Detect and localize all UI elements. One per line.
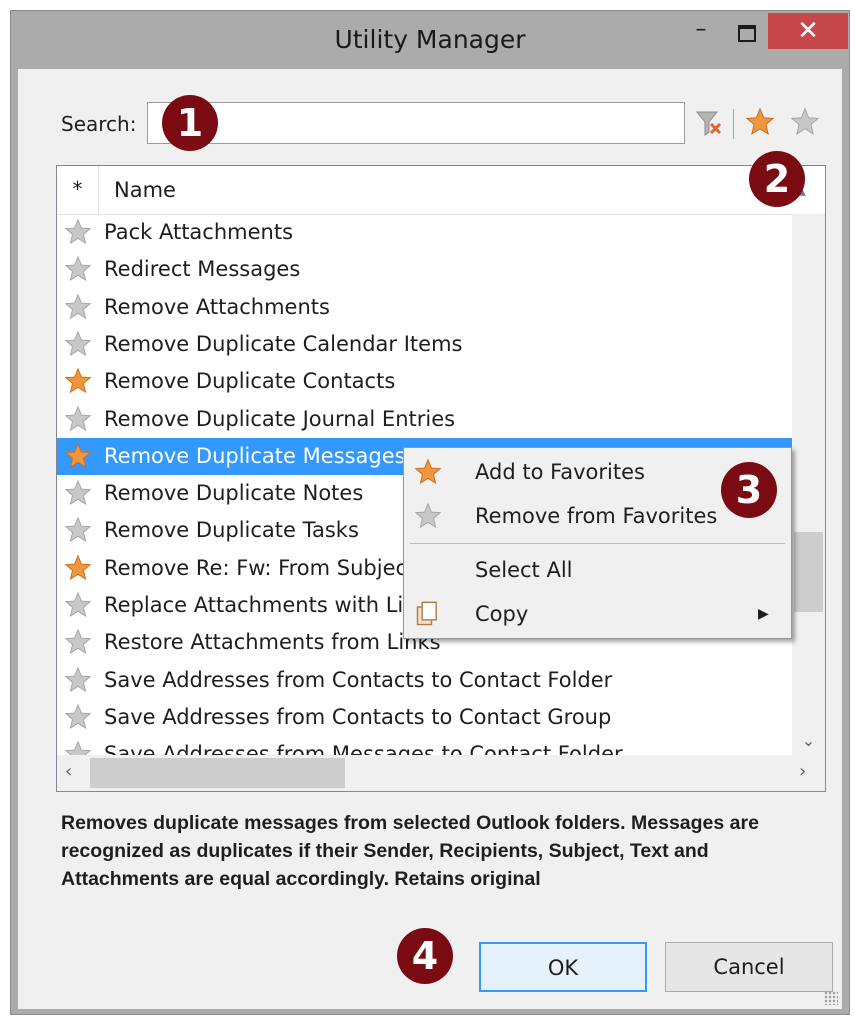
list-item[interactable]: Remove Duplicate Contacts xyxy=(57,363,792,400)
horizontal-scrollbar[interactable]: ‹ › xyxy=(57,755,825,791)
show-favorites-star-icon[interactable] xyxy=(745,107,775,137)
callout-badge-3: 3 xyxy=(721,462,777,518)
show-all-star-icon[interactable] xyxy=(790,107,820,137)
search-input[interactable] xyxy=(147,102,685,144)
menu-separator xyxy=(410,543,785,544)
unfavorite-star-icon[interactable] xyxy=(64,479,92,507)
list-item-label: Remove Attachments xyxy=(104,294,330,319)
list-item-label: Remove Duplicate Messages xyxy=(104,443,406,468)
menu-item-copy[interactable]: Copy ▶ xyxy=(404,592,791,636)
unfavorite-star-icon[interactable] xyxy=(64,516,92,544)
unfavorite-star-icon[interactable] xyxy=(64,591,92,619)
list-item-label: Save Addresses from Contacts to Contact … xyxy=(104,704,612,729)
list-item[interactable]: Save Addresses from Contacts to Contact … xyxy=(57,662,792,699)
list-item[interactable]: Redirect Messages xyxy=(57,251,792,288)
cancel-button[interactable]: Cancel xyxy=(665,942,833,992)
unfavorite-star-icon xyxy=(414,502,442,529)
search-label: Search: xyxy=(61,112,137,136)
unfavorite-star-icon[interactable] xyxy=(64,740,92,755)
vertical-scrollbar[interactable]: ⌄ xyxy=(792,214,825,755)
list-item-label: Save Addresses from Contacts to Contact … xyxy=(104,667,613,692)
unfavorite-star-icon[interactable] xyxy=(64,405,92,433)
list-header: * Name ▲ xyxy=(57,166,825,215)
scroll-right-icon[interactable]: › xyxy=(799,761,806,782)
minimize-button[interactable]: – xyxy=(681,19,721,49)
title-bar[interactable]: Utility Manager – ✕ xyxy=(11,11,849,69)
favorite-star-icon[interactable] xyxy=(64,554,92,582)
list-item-label: Redirect Messages xyxy=(104,257,301,282)
unfavorite-star-icon[interactable] xyxy=(64,255,92,283)
list-item-label: Pack Attachments xyxy=(104,220,294,244)
list-item[interactable]: Save Addresses from Messages to Contact … xyxy=(57,736,792,755)
menu-item-label: Select All xyxy=(475,558,573,582)
menu-item-label: Copy xyxy=(475,602,529,626)
scroll-left-icon[interactable]: ‹ xyxy=(65,761,72,782)
list-item-label: Remove Duplicate Calendar Items xyxy=(104,331,463,356)
unfavorite-star-icon[interactable] xyxy=(64,628,92,656)
menu-item-label: Remove from Favorites xyxy=(475,504,718,528)
copy-icon xyxy=(416,601,437,626)
unfavorite-star-icon[interactable] xyxy=(64,218,92,246)
resize-grip[interactable] xyxy=(824,991,838,1005)
vertical-scroll-thumb[interactable] xyxy=(794,532,823,612)
maximize-button[interactable] xyxy=(724,19,764,49)
list-item-label: Save Addresses from Messages to Contact … xyxy=(104,742,623,755)
favorite-column-header[interactable]: * xyxy=(57,166,99,214)
list-item[interactable]: Remove Duplicate Calendar Items xyxy=(57,326,792,363)
utility-description: Removes duplicate messages from selected… xyxy=(61,812,759,890)
list-item-label: Replace Attachments with Links xyxy=(104,593,440,617)
callout-badge-4: 4 xyxy=(397,928,453,984)
horizontal-scroll-thumb[interactable] xyxy=(90,758,345,788)
list-item-label: Remove Duplicate Contacts xyxy=(104,369,396,394)
submenu-arrow-icon: ▶ xyxy=(758,606,769,622)
list-item-label: Remove Re: Fw: From Subject xyxy=(104,555,416,580)
list-item-label: Remove Duplicate Tasks xyxy=(104,518,359,543)
list-item[interactable]: Remove Attachments xyxy=(57,289,792,326)
unfavorite-star-icon[interactable] xyxy=(64,703,92,731)
favorite-star-icon xyxy=(414,458,442,485)
list-item-label: Remove Duplicate Journal Entries xyxy=(104,406,456,431)
list-item[interactable]: Save Addresses from Contacts to Contact … xyxy=(57,699,792,736)
menu-item-label: Add to Favorites xyxy=(475,460,645,484)
close-button[interactable]: ✕ xyxy=(768,13,848,49)
scroll-down-icon[interactable]: ⌄ xyxy=(792,731,825,755)
favorite-star-icon[interactable] xyxy=(64,367,92,395)
list-item[interactable]: Remove Duplicate Journal Entries xyxy=(57,401,792,438)
clear-filter-icon[interactable] xyxy=(695,109,723,137)
menu-item-select-all[interactable]: Select All xyxy=(404,548,791,592)
list-item-label: Remove Duplicate Notes xyxy=(104,481,364,506)
favorite-star-icon[interactable] xyxy=(64,442,92,470)
callout-badge-1: 1 xyxy=(162,95,218,151)
unfavorite-star-icon[interactable] xyxy=(64,293,92,321)
name-column-header[interactable]: Name xyxy=(114,166,176,214)
list-item-label: Restore Attachments from Links xyxy=(104,630,441,655)
unfavorite-star-icon[interactable] xyxy=(64,330,92,358)
list-item[interactable]: Pack Attachments xyxy=(57,214,792,251)
maximize-icon xyxy=(738,25,756,42)
callout-badge-2: 2 xyxy=(749,151,805,207)
unfavorite-star-icon[interactable] xyxy=(64,666,92,694)
ok-button[interactable]: OK xyxy=(479,942,647,992)
toolbar-separator xyxy=(733,109,734,139)
